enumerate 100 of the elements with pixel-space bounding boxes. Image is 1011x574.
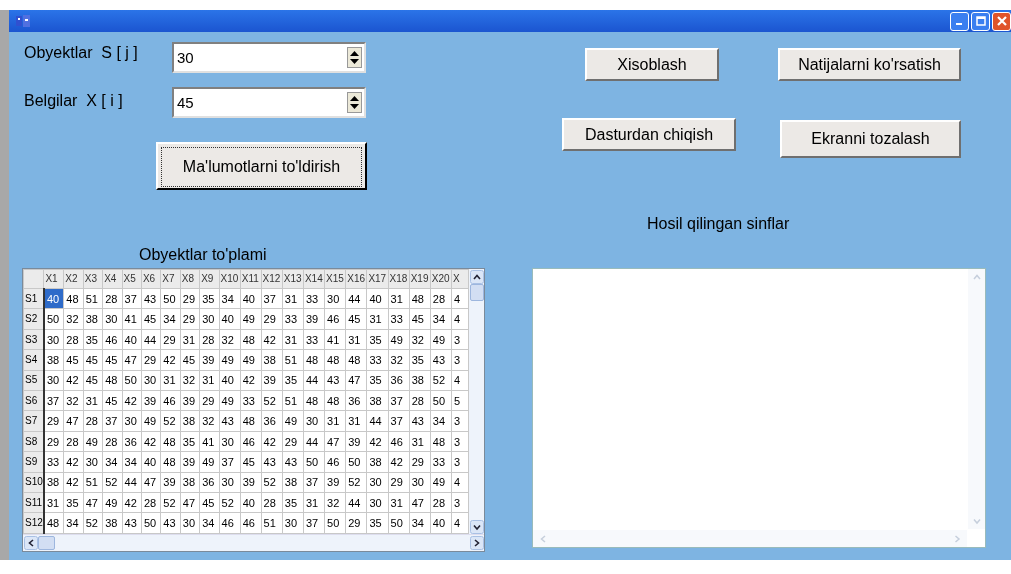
table-cell[interactable]: 4 [451,512,469,534]
table-cell[interactable]: 51 [282,390,304,411]
table-cell[interactable]: 38 [282,472,304,493]
table-cell[interactable]: 42 [141,431,161,452]
horizontal-scrollbar[interactable] [23,534,484,551]
table-cell[interactable]: 33 [303,288,325,309]
table-cell[interactable]: 5 [451,390,469,411]
scroll-left-icon[interactable] [24,536,38,550]
table-cell[interactable]: 40 [366,288,389,309]
table-cell[interactable]: 49 [240,308,262,330]
table-cell[interactable]: 3 [451,431,469,452]
scroll-down-icon[interactable] [469,520,484,534]
table-cell[interactable]: 29 [180,308,200,330]
table-cell[interactable]: 42 [240,370,262,391]
table-cell[interactable]: 52 [261,390,283,411]
table-cell[interactable]: 47 [345,370,367,391]
table-cell[interactable]: 43 [122,512,142,534]
table-cell[interactable]: 34 [199,512,220,534]
table-cell[interactable]: 39 [324,472,346,493]
table-cell[interactable]: 38 [180,472,200,493]
table-cell[interactable]: 39 [199,349,220,371]
table-cell[interactable]: 29 [345,512,367,534]
table-cell[interactable]: 43 [409,410,431,432]
table-cell[interactable]: 36 [345,390,367,411]
table-cell[interactable]: 34 [102,451,123,473]
table-cell[interactable]: 31 [366,308,389,330]
table-cell[interactable]: 38 [366,390,389,411]
table-cell[interactable]: 31 [388,288,410,309]
table-cell[interactable]: 48 [63,288,84,309]
table-cell[interactable]: 30 [83,451,103,473]
table-cell[interactable]: 35 [83,329,103,350]
table-cell[interactable]: 31 [160,370,181,391]
table-cell[interactable]: 37 [261,288,283,309]
table-cell[interactable]: 48 [240,410,262,432]
table-cell[interactable]: 43 [282,451,304,473]
table-cell[interactable]: 42 [63,370,84,391]
table-cell[interactable]: 33 [303,329,325,350]
table-cell[interactable]: 51 [83,472,103,493]
table-cell[interactable]: 44 [366,410,389,432]
table-cell[interactable]: 39 [180,451,200,473]
table-cell[interactable]: 28 [430,288,452,309]
table-cell[interactable]: 28 [409,390,431,411]
table-cell[interactable]: 44 [345,492,367,513]
table-cell[interactable]: 43 [430,349,452,371]
table-cell[interactable]: 29 [180,288,200,309]
table-cell[interactable]: 33 [430,451,452,473]
table-cell[interactable]: 31 [199,370,220,391]
table-cell[interactable]: 28 [261,492,283,513]
maximize-icon[interactable] [975,16,986,26]
table-cell[interactable]: 46 [160,390,181,411]
table-cell[interactable]: 36 [388,370,410,391]
table-cell[interactable]: 45 [345,308,367,330]
table-cell[interactable]: 32 [388,349,410,371]
table-cell[interactable]: 40 [122,329,142,350]
table-cell[interactable]: 33 [240,390,262,411]
table-cell[interactable]: 31 [303,492,325,513]
table-cell[interactable]: 35 [366,512,389,534]
table-cell[interactable]: 28 [83,410,103,432]
table-cell[interactable]: 48 [324,390,346,411]
table-cell[interactable]: 31 [43,492,64,513]
table-cell[interactable]: 33 [43,451,64,473]
table-cell[interactable]: 3 [451,349,469,371]
table-cell[interactable]: 40 [219,308,241,330]
table-cell[interactable]: 47 [83,492,103,513]
table-cell[interactable]: 34 [122,451,142,473]
table-cell[interactable]: 3 [451,410,469,432]
table-cell[interactable]: 28 [63,431,84,452]
table-cell[interactable]: 31 [409,431,431,452]
table-cell[interactable]: 31 [345,329,367,350]
table-cell[interactable]: 4 [451,370,469,391]
table-cell[interactable]: 38 [261,349,283,371]
table-cell[interactable]: 35 [180,431,200,452]
table-cell[interactable]: 42 [63,451,84,473]
table-cell[interactable]: 31 [345,410,367,432]
table-cell[interactable]: 46 [219,512,241,534]
table-cell[interactable]: 44 [303,431,325,452]
table-cell[interactable]: 37 [303,472,325,493]
table-cell[interactable]: 30 [219,472,241,493]
table-cell[interactable]: 52 [219,492,241,513]
table-cell[interactable]: 40 [219,370,241,391]
table-cell[interactable]: 35 [63,492,84,513]
table-cell[interactable]: 41 [199,431,220,452]
table-cell[interactable]: 38 [43,349,64,371]
spin-up-icon[interactable] [350,51,359,56]
table-cell[interactable]: 32 [324,492,346,513]
table-cell[interactable]: 48 [324,349,346,371]
table-cell[interactable]: 41 [324,329,346,350]
table-cell[interactable]: 28 [430,492,452,513]
table-cell[interactable]: 38 [366,451,389,473]
table-cell[interactable]: 30 [199,308,220,330]
table-cell[interactable]: 52 [160,410,181,432]
table-cell[interactable]: 50 [43,308,64,330]
table-cell[interactable]: 42 [122,492,142,513]
scroll-up-icon[interactable] [469,270,484,284]
table-cell[interactable]: 35 [282,370,304,391]
table-cell[interactable]: 51 [282,349,304,371]
table-cell[interactable]: 37 [219,451,241,473]
table-cell[interactable]: 45 [102,390,123,411]
table-cell[interactable]: 47 [324,431,346,452]
table-cell[interactable]: 38 [43,472,64,493]
